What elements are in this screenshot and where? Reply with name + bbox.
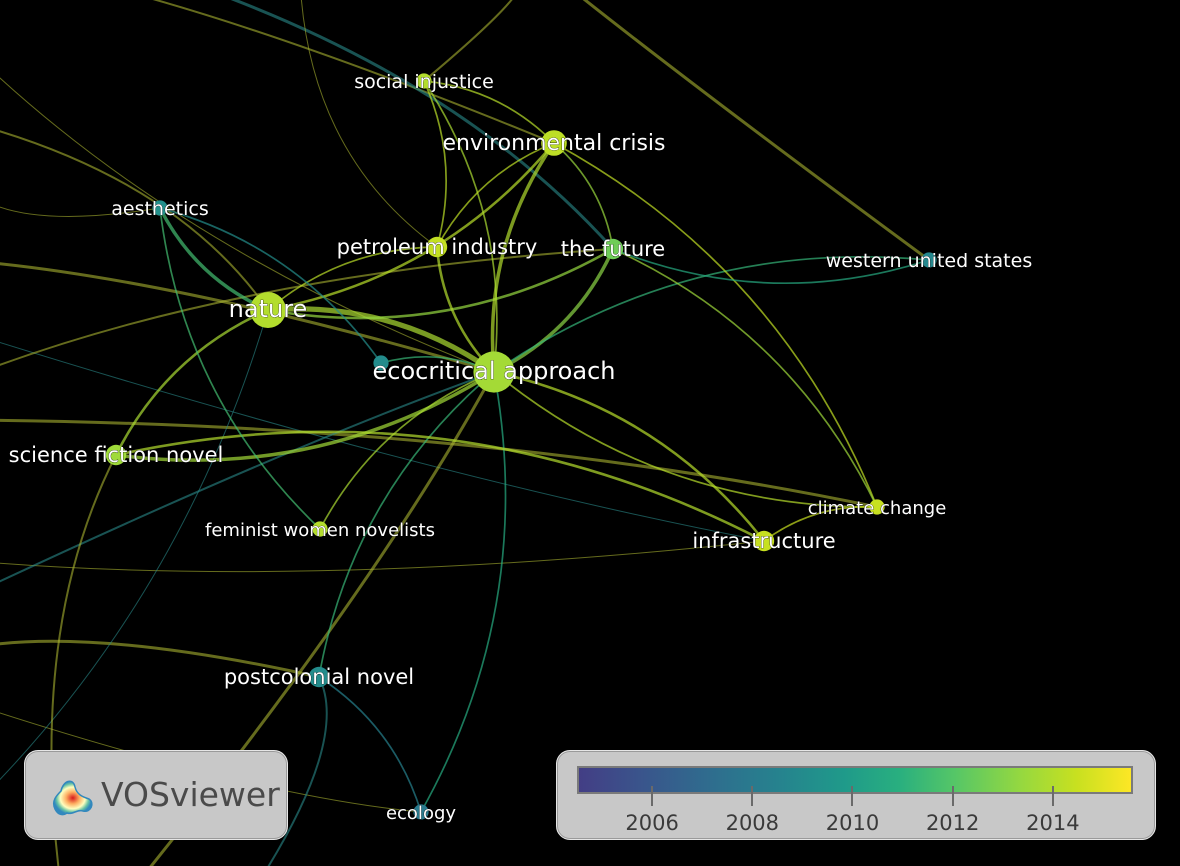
network-link: [230, 0, 615, 251]
network-link: [582, 0, 930, 262]
scale-tick-label: 2010: [825, 811, 880, 835]
scale-tick-label: 2014: [1026, 811, 1080, 835]
network-link: [114, 308, 269, 456]
node-label-science-fiction-novel[interactable]: science fiction novel: [8, 443, 224, 468]
vosviewer-logo-icon: [52, 780, 93, 816]
network-link: [318, 676, 422, 813]
node-label-ecology[interactable]: ecology: [386, 803, 457, 825]
vosviewer-logo-text: VOSviewer: [101, 775, 280, 814]
nodes-layer: [105, 73, 937, 820]
scale-tick: [951, 786, 954, 806]
node-label-aesthetics[interactable]: aesthetics: [111, 198, 209, 221]
node-label-the-future[interactable]: the future: [560, 237, 665, 262]
links-layer: [0, 0, 930, 866]
network-link: [553, 142, 878, 508]
network-visualization[interactable]: social injustice environmental crisis aest…: [0, 0, 1180, 866]
color-scale-legend: 2006 2008 2010 2012 2014: [556, 750, 1156, 840]
node-label-postcolonial-novel[interactable]: postcolonial novel: [224, 665, 415, 690]
node-label-infrastructure[interactable]: infrastructure: [692, 529, 836, 554]
network-link: [493, 248, 615, 374]
network-link: [159, 207, 382, 364]
network-link: [493, 255, 930, 373]
network-link: [159, 207, 321, 530]
scale-tick: [851, 786, 854, 806]
scale-tick: [1051, 786, 1054, 806]
scale-tick: [651, 786, 654, 806]
vosviewer-logo-panel: VOSviewer: [24, 750, 288, 840]
node-label-social-injustice[interactable]: social injustice: [354, 71, 494, 94]
network-link: [423, 0, 513, 82]
node-label-feminist-women-novelists[interactable]: feminist women novelists: [205, 520, 436, 542]
node-label-nature[interactable]: nature: [228, 295, 308, 324]
scale-tick-label: 2012: [925, 811, 980, 835]
node-label-climate-change[interactable]: climate change: [807, 498, 947, 520]
scale-tick-label: 2006: [625, 811, 679, 835]
network-link: [436, 142, 555, 248]
node-label-ecocritical-approach[interactable]: ecocritical approach: [372, 357, 616, 386]
scale-tick-label: 2008: [725, 811, 780, 835]
color-scale-bar: [577, 766, 1133, 794]
scale-tick: [751, 786, 754, 806]
node-label-environmental-crisis[interactable]: environmental crisis: [442, 131, 666, 157]
node-label-petroleum-industry[interactable]: petroleum industry: [336, 235, 538, 260]
labels-layer: social injustice environmental crisis aest…: [8, 71, 1032, 825]
node-label-western-united-states[interactable]: western united states: [825, 250, 1032, 273]
